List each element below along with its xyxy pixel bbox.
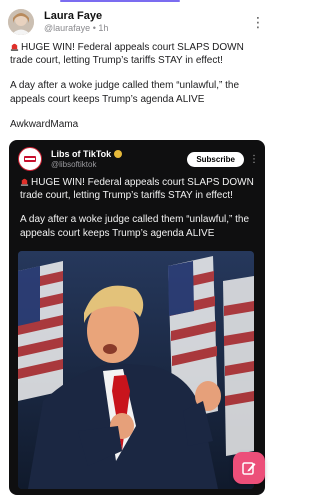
compose-icon — [242, 462, 256, 475]
embed-author-label: Libs of TikTok — [51, 148, 112, 159]
compose-button[interactable] — [233, 452, 265, 484]
meta-separator: • — [92, 23, 96, 34]
post-paragraph-1: HUGE WIN! Federal appeals court SLAPS DO… — [10, 41, 266, 67]
post-line-3: AwkwardMama — [10, 118, 79, 130]
embed-more-options-icon[interactable]: ⋮ — [249, 154, 259, 165]
embed-avatar[interactable] — [18, 147, 42, 171]
embed-paragraph-1: HUGE WIN! Federal appeals court SLAPS DO… — [20, 176, 255, 202]
siren-emoji-icon — [10, 43, 19, 51]
embed-line-1: HUGE WIN! Federal appeals court SLAPS DO… — [20, 177, 254, 202]
embed-photo[interactable] — [18, 251, 254, 489]
embed-header: Libs of TikTok @libsoftiktok Subscribe ⋮ — [18, 146, 259, 172]
author-avatar[interactable] — [8, 9, 34, 35]
post-line-2: A day after a woke judge called them “un… — [10, 80, 240, 105]
embedded-post[interactable]: Libs of TikTok @libsoftiktok Subscribe ⋮… — [9, 140, 265, 495]
more-options-icon[interactable]: ⋮ — [251, 14, 266, 31]
top-accent-line — [60, 0, 180, 2]
author-handle: @laurafaye — [44, 23, 91, 34]
embed-body: HUGE WIN! Federal appeals court SLAPS DO… — [20, 176, 255, 251]
post-body: HUGE WIN! Federal appeals court SLAPS DO… — [10, 41, 266, 143]
author-name[interactable]: Laura Faye — [44, 10, 108, 23]
embed-author-handle: @libsoftiktok — [51, 159, 97, 169]
verified-badge-icon — [114, 150, 123, 159]
embed-author-name[interactable]: Libs of TikTok — [51, 148, 123, 160]
embed-line-2: A day after a woke judge called them “un… — [20, 214, 250, 239]
post-time: 1h — [98, 23, 109, 34]
subscribe-button[interactable]: Subscribe — [187, 151, 244, 167]
post-header: Laura Faye @laurafaye • 1h ⋮ — [8, 7, 266, 37]
siren-emoji-icon — [20, 178, 29, 186]
author-meta: @laurafaye • 1h — [44, 23, 108, 34]
post-line-1: HUGE WIN! Federal appeals court SLAPS DO… — [10, 42, 244, 67]
